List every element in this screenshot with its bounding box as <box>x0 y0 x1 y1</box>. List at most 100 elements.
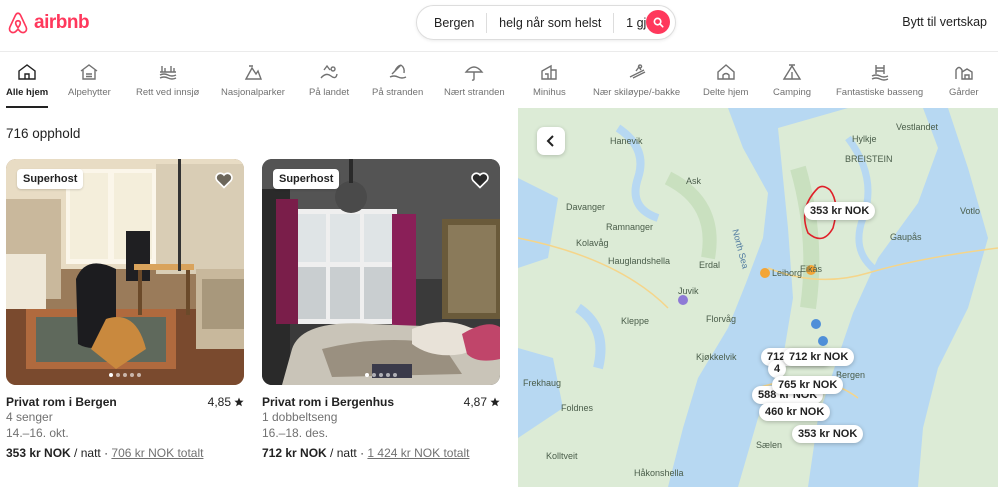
map-place-label: Sælen <box>756 440 783 450</box>
map-place-label: Gaupås <box>890 232 922 242</box>
search-bar[interactable]: Bergen helg når som helst 1 gjest <box>416 5 676 40</box>
rating-value: 4,87 <box>463 395 487 409</box>
category-label: På landet <box>309 87 350 98</box>
map-place-label: Frekhaug <box>523 378 562 388</box>
listing-card[interactable]: Superhost Privat rom i Bergen 4,85 4 sen… <box>6 159 244 460</box>
listing-card[interactable]: Superhost Privat rom i Bergenhus 4,87 1 … <box>262 159 500 460</box>
heart-icon[interactable] <box>470 170 490 190</box>
category-bar: Alle hjem Alpehytter Rett ved innsjø Nas… <box>0 52 998 108</box>
category-label: Delte hjem <box>703 87 749 98</box>
listing-title: Privat rom i Bergenhus <box>262 395 395 409</box>
rating-value: 4,85 <box>207 395 231 409</box>
price-per-night: 712 kr NOK <box>262 446 327 460</box>
search-button[interactable] <box>646 10 670 34</box>
category-amazing-pools[interactable]: Fantastiske basseng <box>836 62 923 98</box>
category-label: Fantastiske basseng <box>836 87 924 98</box>
star-icon <box>234 397 244 407</box>
category-label: Alpehytter <box>68 87 111 98</box>
category-ski[interactable]: Nær skiløype/-bakke <box>593 62 680 98</box>
price-per-night: 353 kr NOK <box>6 446 71 460</box>
category-countryside[interactable]: På landet <box>309 62 349 98</box>
listing-photo[interactable]: Superhost <box>262 159 500 385</box>
map-place-label: Kleppe <box>621 316 650 326</box>
category-camping[interactable]: Camping <box>773 62 811 98</box>
map-place-label: Ramnanger <box>606 222 654 232</box>
room-photo-image <box>262 159 500 385</box>
room-photo-image <box>6 159 244 385</box>
category-chalets[interactable]: Alpehytter <box>68 62 111 98</box>
map-place-label: Vestlandet <box>896 122 939 132</box>
map-price-pin[interactable]: 460 kr NOK <box>759 403 831 421</box>
price-total-link[interactable]: 706 kr NOK totalt <box>111 446 203 460</box>
farm-icon <box>955 66 973 80</box>
map-price-pin[interactable]: 765 kr NOK <box>772 376 844 394</box>
switch-to-hosting-link[interactable]: Bytt til vertskap <box>902 15 987 29</box>
category-label: Nasjonalparker <box>221 87 285 98</box>
category-all-homes[interactable]: Alle hjem <box>6 62 49 108</box>
listing-beds: 4 senger <box>6 410 53 424</box>
listing-rating: 4,87 <box>464 395 500 409</box>
category-lakefront[interactable]: Rett ved innsjø <box>136 62 199 98</box>
map-place-label: BREISTEIN <box>845 154 893 164</box>
category-label: Nært stranden <box>444 87 505 98</box>
top-header: airbnb Bergen helg når som helst 1 gjest… <box>0 0 998 52</box>
category-label: Minihus <box>533 87 566 98</box>
superhost-badge: Superhost <box>17 169 84 189</box>
category-national-parks[interactable]: Nasjonalparker <box>221 62 285 98</box>
category-tiny-homes[interactable]: Minihus <box>533 62 566 98</box>
map-place-label: Leiborg <box>772 268 803 278</box>
search-icon <box>653 17 664 28</box>
map-place-label: Hylkje <box>852 134 877 144</box>
photo-pagination-dots <box>365 373 397 377</box>
superhost-badge: Superhost <box>273 169 340 189</box>
map-place-label: Foldnes <box>561 403 594 413</box>
lake-icon <box>159 66 177 80</box>
logo-text: airbnb <box>34 12 90 33</box>
star-icon <box>490 397 500 407</box>
category-label: Gårder <box>949 87 979 98</box>
per-night-label: / natt <box>74 446 101 460</box>
search-dates[interactable]: helg når som helst <box>487 16 613 30</box>
countryside-icon <box>320 64 338 79</box>
map-price-pin[interactable]: 353 kr NOK <box>804 202 876 220</box>
listing-rating: 4,85 <box>208 395 244 409</box>
airbnb-logo[interactable]: airbnb <box>6 10 90 36</box>
map-place-label: Håkonshella <box>634 468 684 478</box>
map-place-label: Kolltveit <box>546 451 578 461</box>
search-location[interactable]: Bergen <box>417 16 486 30</box>
map-place-label: Ask <box>686 176 702 186</box>
map-back-button[interactable] <box>537 127 565 155</box>
heart-icon[interactable] <box>214 170 234 190</box>
chalet-icon <box>80 64 98 80</box>
map-panel[interactable]: Hanevik Hylkje Vestlandet BREISTEIN Ask … <box>518 108 998 487</box>
map-price-pin[interactable]: 712 kr NOK <box>783 348 855 366</box>
home-icon <box>18 64 36 80</box>
price-separator: · <box>360 446 365 460</box>
listing-price: 353 kr NOK / natt · 706 kr NOK totalt <box>6 446 203 460</box>
listing-beds: 1 dobbeltseng <box>262 410 338 424</box>
category-label: Nær skiløype/-bakke <box>593 87 681 98</box>
shared-home-icon <box>717 64 735 80</box>
tent-icon <box>782 64 802 80</box>
listing-dates: 14.–16. okt. <box>6 426 69 440</box>
map-place-label: Florvåg <box>706 314 737 324</box>
tiny-house-icon <box>541 64 558 80</box>
listing-price: 712 kr NOK / natt · 1 424 kr NOK totalt <box>262 446 469 460</box>
map-price-pin[interactable]: 353 kr NOK <box>792 425 864 443</box>
category-label: Camping <box>773 87 812 98</box>
results-count: 716 opphold <box>6 126 81 141</box>
map-place-label: Erdal <box>699 260 721 270</box>
map-place-label: Kolavåg <box>576 238 609 248</box>
category-farms[interactable]: Gårder <box>949 62 979 98</box>
category-shared-homes[interactable]: Delte hjem <box>703 62 748 98</box>
map-place-label: Eikås <box>800 264 823 274</box>
pool-icon <box>871 65 888 81</box>
category-label: Alle hjem <box>6 87 49 98</box>
category-near-beach[interactable]: Nært stranden <box>444 62 505 98</box>
photo-pagination-dots <box>109 373 141 377</box>
category-beachfront[interactable]: På stranden <box>372 62 423 98</box>
map-place-label: Davanger <box>566 202 606 212</box>
listing-photo[interactable]: Superhost <box>6 159 244 385</box>
map-place-label: Votlo <box>960 206 981 216</box>
price-total-link[interactable]: 1 424 kr NOK totalt <box>367 446 469 460</box>
